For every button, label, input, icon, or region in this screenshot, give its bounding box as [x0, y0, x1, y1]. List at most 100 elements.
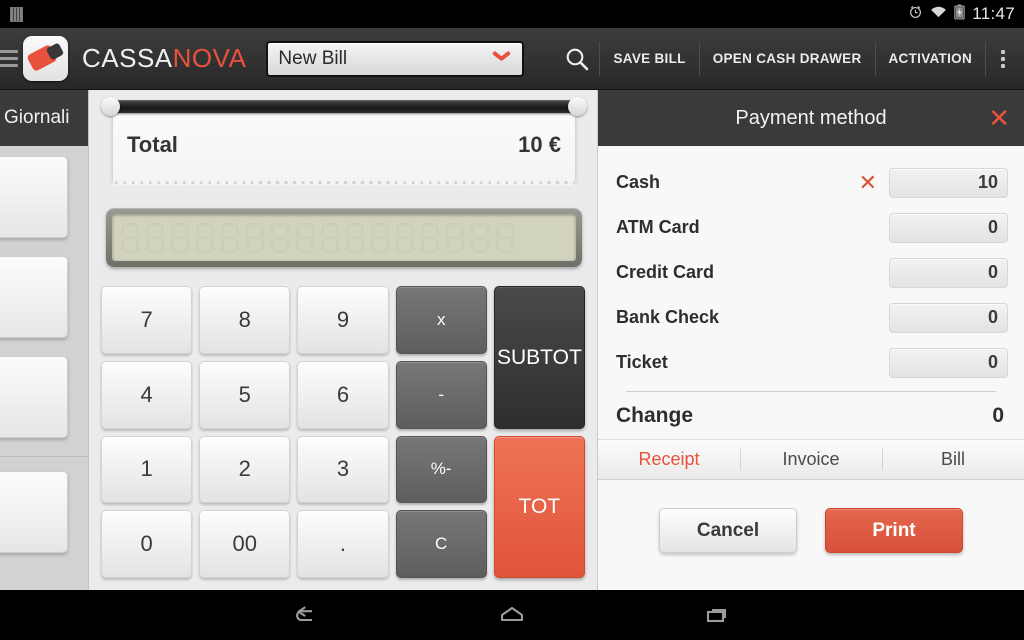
tab-bill[interactable]: Bill [882, 440, 1024, 479]
lcd-digit-placeholder [146, 222, 164, 253]
key-1[interactable]: 1 [101, 435, 193, 504]
key-5[interactable]: 5 [199, 360, 291, 429]
payment-amount-input[interactable]: 10 [889, 167, 1008, 198]
total-label: Total [127, 132, 178, 157]
receipt-preview: Total 10 € [101, 97, 587, 186]
payment-amount-input[interactable]: 0 [889, 257, 1008, 288]
lcd-digit-placeholder [196, 222, 214, 253]
key-8[interactable]: 8 [199, 286, 291, 354]
lcd-digit-placeholder [296, 222, 314, 253]
activation-button[interactable]: ACTIVATION [876, 28, 986, 90]
printer-roller [101, 97, 587, 116]
key-6[interactable]: 6 [297, 360, 389, 429]
total-value: 10 € [518, 132, 561, 157]
lcd-display [112, 214, 576, 261]
battery-charging-icon [954, 4, 965, 25]
payment-method-label: Credit Card [616, 262, 715, 282]
lcd-digit-placeholder [471, 222, 489, 253]
print-button[interactable]: Print [825, 508, 963, 553]
key-4[interactable]: 4 [101, 360, 193, 429]
wifi-icon [930, 5, 947, 23]
payment-amount-input[interactable]: 0 [889, 212, 1008, 243]
clear-icon[interactable]: ✕ [859, 171, 877, 194]
payment-method-panel: Payment method ✕ Cash✕10ATM Card✕0Credit… [597, 90, 1024, 590]
open-cash-drawer-button[interactable]: OPEN CASH DRAWER [700, 28, 875, 90]
payment-method-label: Bank Check [616, 307, 720, 327]
key-9[interactable]: 9 [297, 286, 389, 354]
payment-row: Credit Card✕0 [616, 250, 1008, 295]
cancel-button[interactable]: Cancel [659, 508, 797, 553]
payment-amount-input[interactable]: 0 [889, 302, 1008, 333]
lcd-display-frame [106, 208, 582, 267]
payment-rows: Cash✕10ATM Card✕0Credit Card✕0Bank Check… [598, 146, 1024, 385]
key-double-zero[interactable]: 00 [199, 510, 291, 578]
list-item[interactable] [0, 156, 68, 238]
brand-text-accent: NOVA [172, 43, 247, 73]
bill-select-value: New Bill [278, 47, 348, 69]
change-label: Change [616, 403, 694, 427]
sim-icon [10, 6, 23, 22]
payment-action-buttons: Cancel Print [598, 480, 1024, 590]
lcd-digit-placeholder [121, 222, 139, 253]
lcd-digit-placeholder [221, 222, 239, 253]
search-icon[interactable] [555, 28, 599, 90]
home-icon[interactable] [410, 590, 615, 640]
lcd-digit-placeholder [346, 222, 364, 253]
left-catalog-pane: Giornali [0, 90, 88, 590]
tab-receipt[interactable]: Receipt [598, 440, 740, 479]
lcd-digit-placeholder [271, 222, 289, 253]
left-pane-list [0, 146, 88, 553]
key-subtotal[interactable]: SUB TOT [493, 286, 585, 429]
android-navigation-bar [0, 590, 1024, 640]
key-2[interactable]: 2 [199, 435, 291, 504]
payment-method-label: Cash [616, 172, 661, 192]
payment-row: ATM Card✕0 [616, 205, 1008, 250]
lcd-digit-placeholder [446, 222, 464, 253]
status-bar-clock: 11:47 [972, 4, 1015, 23]
payment-row: Ticket✕0 [616, 340, 1008, 385]
key-percent-minus[interactable]: %- [395, 435, 487, 504]
overflow-menu-icon[interactable] [986, 28, 1020, 90]
brand-text-primary: CASSA [82, 43, 173, 73]
key-3[interactable]: 3 [297, 435, 389, 504]
key-multiply[interactable]: x [395, 286, 487, 354]
numeric-keypad: 7 8 9 x SUB TOT 4 5 6- 1 2 3 %- TOT 0 00. C [101, 286, 585, 578]
save-bill-button[interactable]: SAVE BILL [600, 28, 698, 90]
list-item[interactable] [0, 471, 68, 553]
screen-root: 11:47 CASSANOVA New Bill SAVE BILL OPEN … [0, 0, 1024, 640]
action-bar: CASSANOVA New Bill SAVE BILL OPEN CASH D… [0, 28, 1024, 90]
payment-panel-title: Payment method [735, 106, 887, 129]
payment-amount-input[interactable]: 0 [889, 347, 1008, 378]
list-divider [0, 456, 88, 457]
payment-method-label: Ticket [616, 352, 668, 372]
list-item[interactable] [0, 256, 68, 338]
lcd-digit-placeholder [171, 222, 189, 253]
payment-row: Cash ✕ 10 [616, 160, 1008, 205]
receipt-paper: Total 10 € [113, 109, 575, 186]
bill-select-dropdown[interactable]: New Bill [266, 40, 525, 77]
list-item[interactable] [0, 356, 68, 438]
key-0[interactable]: 0 [101, 510, 193, 578]
payment-method-label: ATM Card [616, 217, 700, 237]
app-brand-title: CASSANOVA [82, 43, 246, 74]
action-bar-actions: SAVE BILL OPEN CASH DRAWER ACTIVATION [555, 28, 1024, 90]
tab-invoice[interactable]: Invoice [740, 440, 882, 479]
key-total[interactable]: TOT [493, 435, 585, 578]
key-7[interactable]: 7 [101, 286, 193, 354]
key-decimal[interactable]: . [297, 510, 389, 578]
back-icon[interactable] [205, 590, 410, 640]
lcd-digit-placeholder [371, 222, 389, 253]
payment-panel-header: Payment method ✕ [598, 90, 1024, 146]
change-row: Change 0 [598, 392, 1024, 440]
lcd-digit-placeholder [421, 222, 439, 253]
close-icon[interactable]: ✕ [988, 105, 1010, 131]
alarm-icon [908, 4, 923, 24]
hamburger-menu-icon[interactable] [0, 50, 18, 67]
cassanova-logo-icon[interactable] [23, 36, 68, 81]
recent-apps-icon[interactable] [614, 590, 819, 640]
lcd-digit-placeholder [496, 222, 514, 253]
key-clear[interactable]: C [395, 510, 487, 578]
payment-row: Bank Check✕0 [616, 295, 1008, 340]
key-minus[interactable]: - [395, 360, 487, 429]
document-type-tabs: Receipt Invoice Bill [598, 440, 1024, 480]
